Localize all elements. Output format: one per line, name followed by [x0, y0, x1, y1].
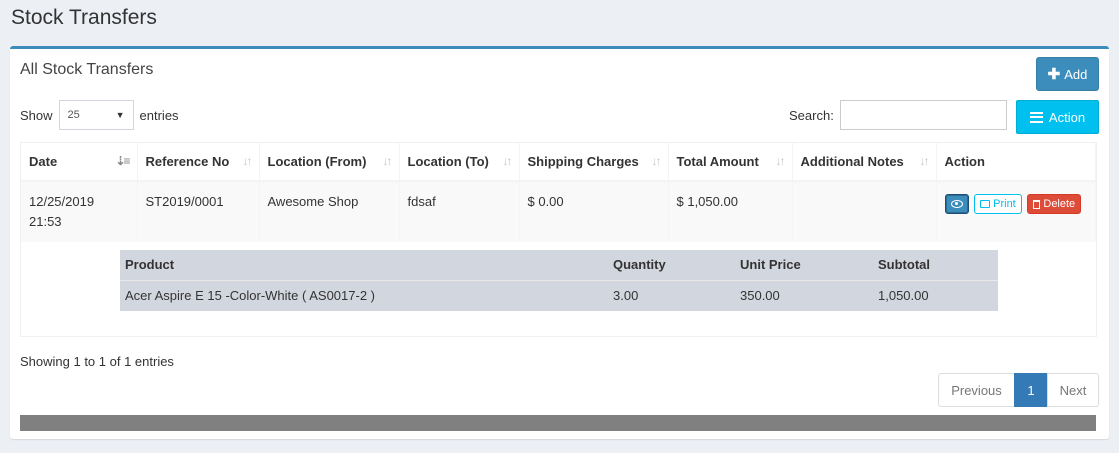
- column-header-location-from[interactable]: Location (From) ↓↑: [259, 143, 400, 182]
- sort-icon: ↓↑: [502, 154, 513, 168]
- column-header-date[interactable]: Date ⇣≡: [21, 143, 138, 182]
- action-button-label: Action: [1048, 109, 1086, 125]
- show-label: Show: [20, 107, 53, 123]
- page-title: Stock Transfers: [11, 6, 157, 29]
- column-header-total-amount[interactable]: Total Amount ↓↑: [668, 143, 793, 182]
- transfers-table-wrapper: Date ⇣≡ Reference No ↓↑ Location (From) ↓↑ …: [20, 142, 1097, 337]
- cell-date: 12/25/2019 21:53: [21, 181, 138, 242]
- column-header-reference-no[interactable]: Reference No ↓↑: [137, 143, 260, 182]
- cell-total-amount: $ 1,050.00: [668, 181, 793, 242]
- detail-header-row: Product Quantity Unit Price Subtotal: [120, 250, 998, 280]
- entries-label: entries: [139, 107, 179, 123]
- table-header-row: Date ⇣≡ Reference No ↓↑ Location (From) ↓↑ …: [21, 143, 1096, 182]
- column-header-additional-notes[interactable]: Additional Notes ↓↑: [792, 143, 937, 182]
- entries-select[interactable]: 25 ▼: [58, 100, 134, 130]
- cell-action: Print Delete: [936, 181, 1096, 242]
- search-input[interactable]: [839, 100, 1007, 130]
- chevron-down-icon: ▼: [115, 110, 125, 120]
- plus-icon: ✚: [1047, 66, 1061, 83]
- box-title: All Stock Transfers: [20, 61, 154, 78]
- detail-header-subtotal: Subtotal: [873, 250, 998, 280]
- view-button[interactable]: [944, 194, 969, 214]
- sort-icon: ↓↑: [382, 154, 393, 168]
- pagination: Previous 1 Next: [938, 373, 1099, 407]
- entries-select-value: 25: [67, 109, 80, 121]
- bars-icon: [1029, 111, 1043, 123]
- sort-desc-icon: ⇣≡: [115, 154, 130, 168]
- detail-header-unit-price: Unit Price: [735, 250, 873, 280]
- detail-unit-price: 350.00: [735, 279, 873, 311]
- print-button-label: Print: [993, 198, 1016, 210]
- search-control: Search:: [789, 100, 1007, 130]
- cell-reference-no: ST2019/0001: [137, 181, 260, 242]
- detail-header-product: Product: [120, 250, 608, 280]
- search-label: Search:: [789, 107, 834, 123]
- cell-additional-notes: [792, 181, 937, 242]
- entries-length-control: Show 25 ▼ entries: [20, 100, 179, 130]
- column-header-shipping-charges[interactable]: Shipping Charges ↓↑: [519, 143, 669, 182]
- table-info: Showing 1 to 1 of 1 entries: [20, 354, 174, 369]
- previous-page-button[interactable]: Previous: [938, 373, 1015, 407]
- add-button[interactable]: ✚ Add: [1036, 57, 1099, 91]
- sort-icon: ↓↑: [242, 154, 253, 168]
- stock-transfers-box: All Stock Transfers ✚ Add Show 25 ▼ entr…: [10, 46, 1109, 439]
- cell-shipping-charges: $ 0.00: [519, 181, 669, 242]
- column-header-location-to[interactable]: Location (To) ↓↑: [399, 143, 520, 182]
- sort-icon: ↓↑: [775, 154, 786, 168]
- transfers-table: Date ⇣≡ Reference No ↓↑ Location (From) ↓↑ …: [21, 143, 1096, 242]
- horizontal-scrollbar[interactable]: [20, 415, 1096, 431]
- delete-button-label: Delete: [1043, 198, 1076, 210]
- sort-icon: ↓↑: [919, 154, 930, 168]
- detail-product: Acer Aspire E 15 -Color-White ( AS0017-2…: [120, 279, 608, 311]
- transfer-detail-table: Product Quantity Unit Price Subtotal Ace…: [120, 250, 998, 311]
- column-header-action: Action: [936, 143, 1096, 182]
- next-page-button[interactable]: Next: [1047, 373, 1099, 407]
- cell-location-from: Awesome Shop: [259, 181, 400, 242]
- detail-quantity: 3.00: [608, 279, 735, 311]
- action-button[interactable]: Action: [1016, 100, 1099, 134]
- eye-icon: [950, 200, 963, 208]
- sort-icon: ↓↑: [651, 154, 662, 168]
- print-icon: [980, 200, 991, 208]
- detail-row: Acer Aspire E 15 -Color-White ( AS0017-2…: [120, 279, 998, 311]
- print-button[interactable]: Print: [974, 194, 1022, 214]
- delete-button[interactable]: Delete: [1027, 194, 1082, 214]
- detail-subtotal: 1,050.00: [873, 279, 998, 311]
- trash-icon: [1033, 199, 1041, 209]
- add-button-label: Add: [1064, 66, 1088, 82]
- cell-location-to: fdsaf: [399, 181, 520, 242]
- page-1-button[interactable]: 1: [1014, 373, 1048, 407]
- detail-header-quantity: Quantity: [608, 250, 735, 280]
- table-row[interactable]: 12/25/2019 21:53 ST2019/0001 Awesome Shop…: [21, 181, 1096, 242]
